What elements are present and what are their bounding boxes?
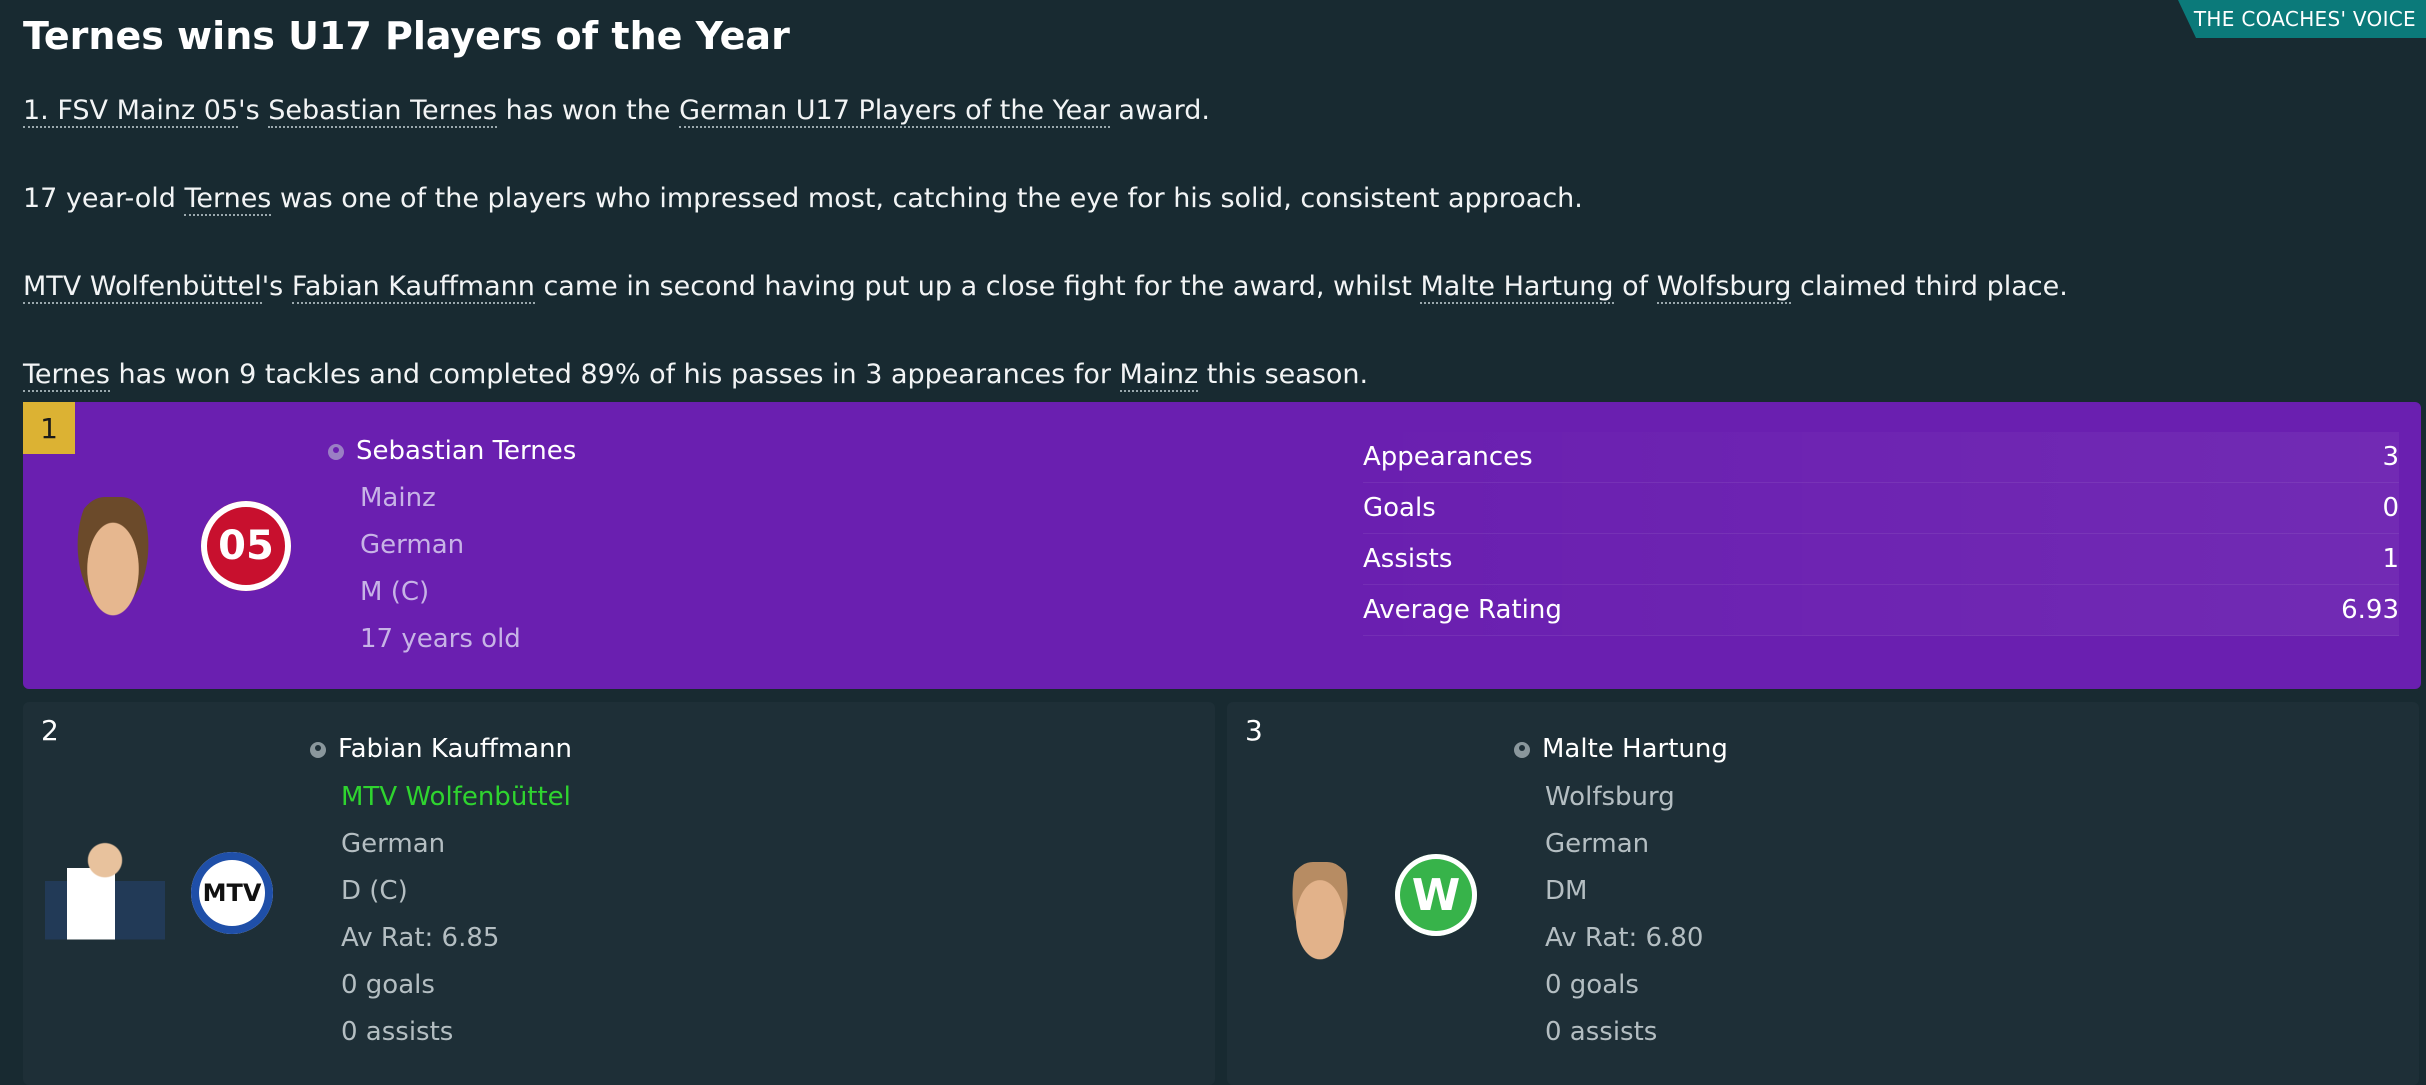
text: of [1613,271,1657,302]
stat-label: Goals [1363,493,1436,523]
stats-table: Appearances 3 Goals 0 Assists 1 Average Rat… [1363,432,2399,636]
player-goals: 0 goals [1545,970,1639,1000]
player-link[interactable]: Fabian Kauffmann [291,271,535,304]
player-kit-image[interactable] [45,842,165,972]
stat-row: Assists 1 [1363,534,2399,585]
text: 's [261,271,292,302]
person-icon [310,741,326,758]
player-position: DM [1545,876,1588,906]
text: this season. [1198,359,1369,390]
stat-value: 1 [2382,544,2399,574]
text: 17 year-old [23,183,185,214]
runner-up-card-3[interactable]: 3 W Malte Hartung Wolfsburg German DM Av… [1227,702,2419,1085]
player-name[interactable]: Fabian Kauffmann [310,734,572,764]
award-link[interactable]: German U17 Players of the Year [679,95,1110,128]
stat-label: Appearances [1363,442,1533,472]
player-club[interactable]: Mainz [360,483,436,513]
player-age: 17 years old [360,624,521,654]
player-name-text: Sebastian Ternes [356,436,577,466]
text: has won the [497,95,680,126]
player-nationality[interactable]: German [1545,829,1649,859]
article-paragraph-3: MTV Wolfenbüttel's Fabian Kauffmann came… [23,271,2068,304]
club-crest-icon[interactable]: 05 [201,501,291,591]
rank-number: 2 [41,714,59,747]
player-goals: 0 goals [341,970,435,1000]
player-link[interactable]: Ternes [23,359,110,392]
text: has won 9 tackles and completed 89% of h… [109,359,1120,390]
player-rating: Av Rat: 6.85 [341,923,500,953]
player-assists: 0 assists [341,1017,454,1047]
player-name-text: Malte Hartung [1542,734,1728,764]
stat-row: Appearances 3 [1363,432,2399,483]
article-paragraph-1: 1. FSV Mainz 05's Sebastian Ternes has w… [23,95,1210,128]
rank-badge: 1 [23,402,75,454]
club-link[interactable]: MTV Wolfenbüttel [23,271,262,304]
text: award. [1109,95,1210,126]
text: was one of the players who impressed mos… [271,183,1583,214]
player-name[interactable]: Sebastian Ternes [328,436,576,466]
club-crest-icon[interactable]: W [1395,854,1477,936]
stat-label: Average Rating [1363,595,1562,625]
player-name[interactable]: Malte Hartung [1514,734,1728,764]
player-face-image[interactable] [73,497,153,617]
winner-card[interactable]: 1 05 Sebastian Ternes Mainz German M (C)… [23,402,2421,689]
stat-value: 3 [2382,442,2399,472]
player-link[interactable]: Malte Hartung [1420,271,1614,304]
text: 's [238,95,269,126]
page-title: Ternes wins U17 Players of the Year [23,14,790,58]
player-nationality[interactable]: German [341,829,445,859]
club-link[interactable]: 1. FSV Mainz 05 [23,95,239,128]
player-link[interactable]: Sebastian Ternes [268,95,497,128]
rank-number: 3 [1245,714,1263,747]
stat-value: 0 [2382,493,2399,523]
player-link[interactable]: Ternes [184,183,272,216]
club-link[interactable]: Mainz [1119,359,1199,392]
player-name-text: Fabian Kauffmann [338,734,573,764]
runner-up-card-2[interactable]: 2 MTV Fabian Kauffmann MTV Wolfenbüttel … [23,702,1215,1085]
stat-label: Assists [1363,544,1453,574]
player-position: M (C) [360,577,430,607]
stat-value: 6.93 [2341,595,2399,625]
article-paragraph-2: 17 year-old Ternes was one of the player… [23,183,1583,216]
text: came in second having put up a close fig… [534,271,1421,302]
article-paragraph-4: Ternes has won 9 tackles and completed 8… [23,359,1369,392]
stat-row: Average Rating 6.93 [1363,585,2399,636]
player-position: D (C) [341,876,408,906]
club-crest-icon[interactable]: MTV [191,852,273,934]
player-assists: 0 assists [1545,1017,1658,1047]
section-tag[interactable]: THE COACHES' VOICE [2178,0,2426,38]
player-club[interactable]: MTV Wolfenbüttel [341,782,571,812]
player-rating: Av Rat: 6.80 [1545,923,1704,953]
person-icon [328,443,344,460]
stat-row: Goals 0 [1363,483,2399,534]
text: claimed third place. [1791,271,2068,302]
person-icon [1514,741,1530,758]
player-nationality[interactable]: German [360,530,464,560]
player-club[interactable]: Wolfsburg [1545,782,1675,812]
player-face-image[interactable] [1285,862,1355,967]
club-link[interactable]: Wolfsburg [1656,271,1792,304]
